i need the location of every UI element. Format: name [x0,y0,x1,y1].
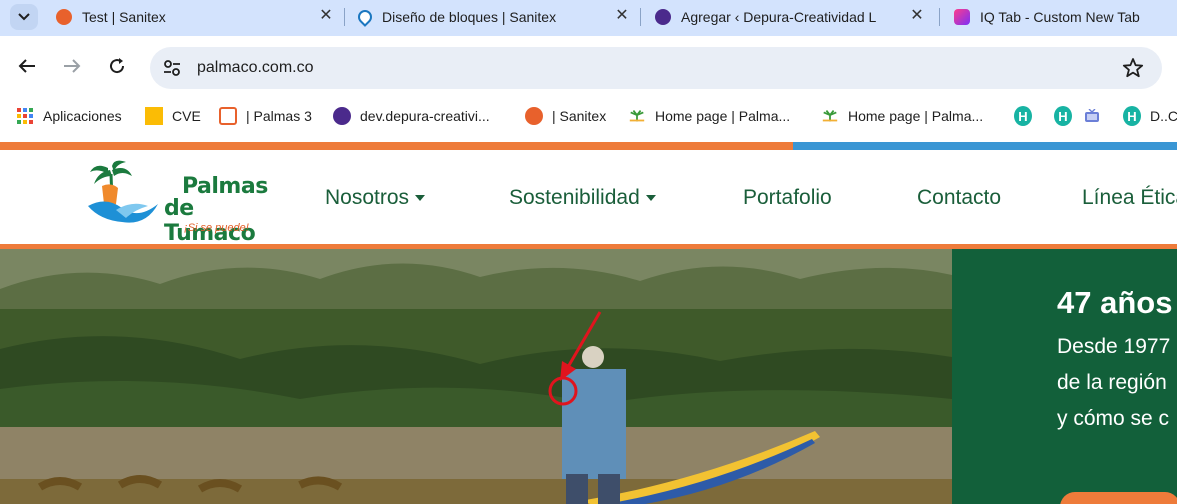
tab-strip: Test | Sanitex ✕ Diseño de bloques | San… [0,0,1177,36]
depura-favicon-icon [655,8,671,25]
logo-text-de-tumaco: de Tumaco [164,196,256,246]
close-tab-icon[interactable]: ✕ [318,8,334,24]
back-arrow-icon [18,59,35,73]
palmas-icon [219,107,237,125]
h-icon: H [1014,106,1032,126]
iq-tab-favicon-icon [954,8,970,25]
hero-image [0,249,952,504]
logo-tagline: ¡Si se puede! [184,222,249,234]
bookmark-sanitex[interactable]: | Sanitex [525,106,606,126]
forward-button[interactable] [60,54,84,78]
tv-icon [1083,107,1101,125]
site-settings-icon[interactable] [162,58,182,78]
h-icon: H [1123,106,1141,126]
top-accent-blue [793,142,1177,150]
tab-search-button[interactable] [10,4,38,30]
nav-nosotros[interactable]: Nosotros [325,186,426,210]
depura-icon [333,107,351,125]
nav-linea-etica[interactable]: Línea Ética [1082,186,1177,210]
tab-title: IQ Tab - Custom New Tab [980,8,1140,25]
intro-cta-button[interactable] [1060,492,1177,504]
bookmark-label: Home page | Palma... [655,108,791,124]
bookmark-label: | Sanitex [552,108,607,124]
bookmark-cve[interactable]: CVE [145,106,201,126]
bookmark-label: D..C [1150,108,1177,124]
chevron-down-icon [18,13,30,21]
address-text: palmaco.com.co [197,59,314,76]
bookmark-dc[interactable]: H D..C [1123,106,1177,126]
bookmark-label: Aplicaciones [43,108,122,124]
intro-line-1: Desde 1977 [1057,335,1171,358]
tab-divider [344,8,345,26]
browser-toolbar: palmaco.com.co [0,36,1177,98]
bookmark-tv[interactable] [1083,106,1110,126]
drupal-favicon-icon [355,6,375,27]
reload-button[interactable] [105,54,129,78]
bookmark-label: dev.depura-creativi... [360,108,490,124]
tab-diseno-bloques[interactable]: Diseño de bloques | Sanitex ✕ [355,0,638,33]
tab-divider [640,8,641,26]
tab-agregar-depura[interactable]: Agregar ‹ Depura-Creatividad L ✕ [655,0,933,33]
nav-portafolio[interactable]: Portafolio [743,186,832,210]
nav-label: Portafolio [743,186,832,209]
bookmark-label: | Palmas 3 [246,108,312,124]
intro-title: 47 años [1057,285,1173,320]
intro-line-2: de la región [1057,371,1167,394]
bookmark-home-palma-2[interactable]: Home page | Palma... [821,106,983,126]
bookmark-star-icon[interactable] [1122,57,1144,79]
palm-icon [821,107,839,125]
tab-title: Agregar ‹ Depura-Creatividad L [681,8,877,25]
caret-down-icon [645,195,656,201]
nav-sostenibilidad[interactable]: Sostenibilidad [509,186,656,210]
tab-title: Test | Sanitex [82,8,166,25]
bookmark-home-palma-1[interactable]: Home page | Palma... [628,106,790,126]
web-page: Palmas de Tumaco ¡Si se puede! Nosotros … [0,142,1177,504]
bookmark-label: CVE [172,108,201,124]
site-header: Palmas de Tumaco ¡Si se puede! Nosotros … [0,150,1177,246]
nav-label: Contacto [917,186,1002,209]
tab-test-sanitex[interactable]: Test | Sanitex ✕ [56,0,342,33]
sanitex-favicon-icon [56,8,72,25]
site-logo[interactable]: Palmas de Tumaco ¡Si se puede! [86,160,276,246]
tab-iq-tab[interactable]: IQ Tab - Custom New Tab [954,0,1177,33]
river-boatman-photo [0,249,952,504]
folder-icon [145,107,163,125]
caret-down-icon [415,195,426,201]
sanitex-icon [525,107,543,125]
intro-line-3: y cómo se c [1057,407,1170,430]
nav-label: Línea Ética [1082,186,1177,209]
bookmark-palmas-3[interactable]: | Palmas 3 [219,106,312,126]
nav-contacto[interactable]: Contacto [917,186,1001,210]
top-accent-orange [0,142,793,150]
close-tab-icon[interactable]: ✕ [909,8,925,24]
bookmarks-bar: Aplicaciones CVE | Palmas 3 dev.depura-c… [0,98,1177,134]
tab-title: Diseño de bloques | Sanitex [382,8,557,25]
apps-grid-icon [16,107,34,125]
reload-icon [110,58,125,74]
nav-label: Sostenibilidad [509,186,640,209]
nav-label: Nosotros [325,186,410,209]
close-tab-icon[interactable]: ✕ [614,8,630,24]
bookmark-h-1[interactable]: H [1014,106,1041,126]
bookmark-dev-depura[interactable]: dev.depura-creativi... [333,106,490,126]
palm-icon [628,107,646,125]
bookmark-label: Home page | Palma... [848,108,984,124]
bookmark-aplicaciones[interactable]: Aplicaciones [16,106,122,126]
intro-panel: 47 años Desde 1977 de la región y cómo s… [952,249,1177,504]
address-bar[interactable]: palmaco.com.co [150,47,1162,89]
tab-divider [939,8,940,26]
h-icon: H [1054,106,1072,126]
back-button[interactable] [15,54,39,78]
bookmark-h-2[interactable]: H [1054,106,1081,126]
forward-arrow-icon [64,59,81,73]
palm-wave-logo-icon [88,160,158,223]
